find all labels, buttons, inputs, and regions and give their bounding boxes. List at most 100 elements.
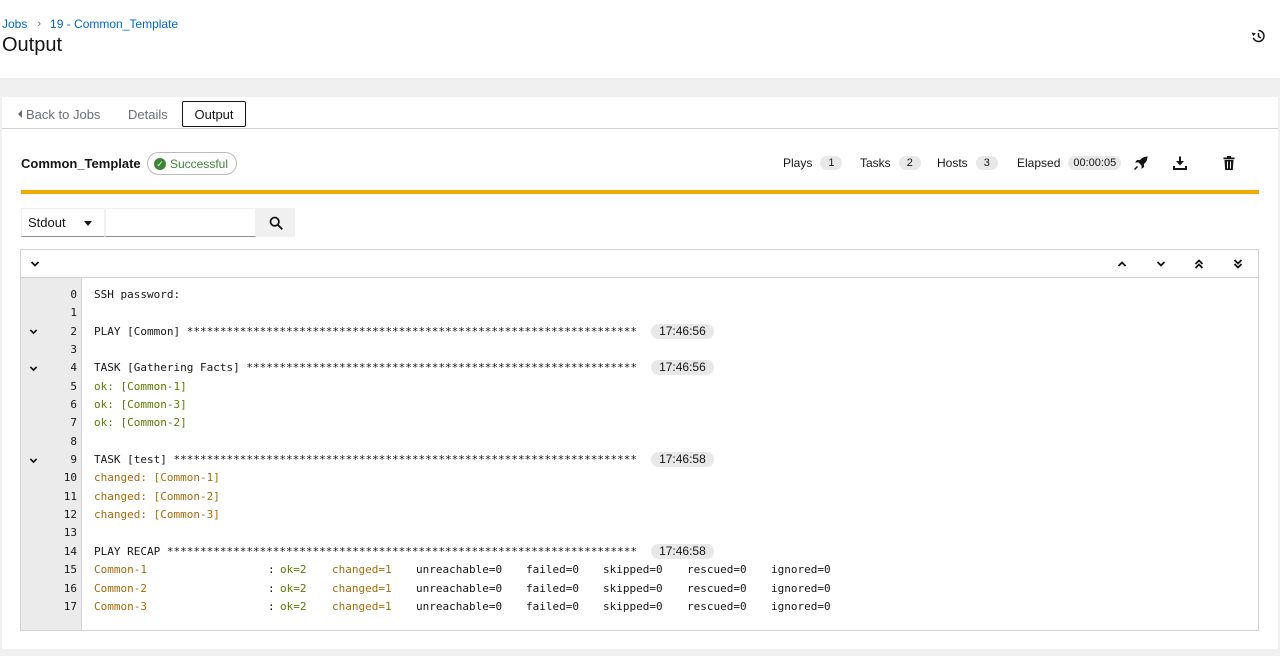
line-text: PLAY [Common] **************************… (94, 323, 714, 341)
recap-skipped: skipped=0 (603, 581, 663, 595)
stdout-filter-select[interactable]: Stdout (21, 208, 105, 237)
line-number: 5 (70, 379, 77, 393)
check-circle-icon: ✓ (154, 157, 166, 170)
line-content: changed: [Common-2] (94, 489, 220, 503)
recap-rescued: rescued=0 (687, 563, 747, 577)
tab-details[interactable]: Details (128, 101, 168, 127)
recap-skipped: skipped=0 (603, 563, 663, 577)
tab-output[interactable]: Output (182, 101, 246, 127)
scroll-last-icon[interactable] (1231, 257, 1245, 271)
search-icon (269, 216, 283, 230)
rocket-icon[interactable] (1133, 155, 1149, 171)
recap-unreachable: unreachable=0 (416, 563, 503, 577)
stat-elapsed-value: 00:00:05 (1068, 156, 1122, 170)
chevron-down-icon[interactable] (28, 323, 40, 341)
output-line: 12 changed: [Common-3] (21, 506, 1258, 524)
recap-failed: failed=0 (526, 599, 579, 613)
recap-host: Common-3 (94, 599, 147, 613)
recap-changed: changed=1 (332, 599, 392, 613)
output-line: 4 TASK [Gathering Facts] ****************… (21, 359, 1258, 377)
stat-tasks-count: 2 (898, 156, 921, 170)
line-number: 1 (70, 306, 77, 320)
history-icon[interactable] (1250, 28, 1266, 44)
recap-rescued: rescued=0 (687, 581, 747, 595)
line-timestamp: 17:46:56 (651, 323, 714, 339)
line-text: ok: [Common-2] (94, 414, 187, 432)
scroll-next-icon[interactable] (1154, 257, 1168, 271)
line-text: changed: [Common-3] (94, 506, 220, 524)
breadcrumb-jobs-link[interactable]: Jobs (2, 17, 27, 31)
stat-hosts-label: Hosts (937, 156, 968, 170)
line-text: TASK [Gathering Facts] *****************… (94, 359, 714, 377)
recap-unreachable: unreachable=0 (416, 581, 503, 595)
recap-ignored: ignored=0 (771, 581, 831, 595)
page-title: Output (2, 34, 63, 56)
line-text: ok: [Common-1] (94, 378, 187, 396)
line-number: 4 (70, 361, 77, 375)
recap-skipped: skipped=0 (603, 599, 663, 613)
job-progress-bar (21, 190, 1259, 194)
line-text: changed: [Common-2] (94, 488, 220, 506)
line-content: ok: [Common-3] (94, 398, 187, 412)
recap-unreachable: unreachable=0 (416, 599, 503, 613)
status-badge: ✓ Successful (147, 152, 238, 175)
status-label: Successful (170, 156, 229, 171)
stat-elapsed-label: Elapsed (1017, 156, 1061, 170)
stat-tasks-label: Tasks (860, 156, 891, 170)
trash-icon[interactable] (1221, 155, 1237, 171)
line-text: TASK [test] ****************************… (94, 451, 714, 469)
chevron-down-icon[interactable] (28, 451, 40, 469)
recap-ok: ok=2 (280, 599, 307, 613)
output-line: 2 PLAY [Common] *************************… (21, 323, 1258, 341)
download-icon[interactable] (1172, 155, 1188, 171)
line-content: PLAY [Common] **************************… (94, 324, 638, 338)
line-timestamp: 17:46:58 (651, 543, 714, 559)
recap-rescued: rescued=0 (687, 599, 747, 613)
line-content: TASK [test] ****************************… (94, 453, 638, 467)
recap-line: 16 Common-2: ok=2 changed=1 unreachable=0 fai… (21, 580, 1258, 598)
line-text: SSH password: (94, 286, 180, 304)
stdout-filter-value: Stdout (28, 215, 66, 230)
line-text: changed: [Common-1] (94, 469, 220, 487)
line-number: 14 (63, 544, 77, 558)
scroll-previous-icon[interactable] (1115, 257, 1129, 271)
stat-plays-count: 1 (820, 156, 843, 170)
tab-back-to-jobs-label: Back to Jobs (26, 106, 101, 122)
line-number: 11 (63, 489, 77, 503)
breadcrumb: Jobs › 19 - Common_Template (2, 17, 178, 31)
stat-tasks: Tasks 2 (860, 155, 921, 171)
stat-plays: Plays 1 (783, 155, 843, 171)
recap-line: 15 Common-1: ok=2 changed=1 unreachable=0 fai… (21, 561, 1258, 579)
output-line: 5 ok: [Common-1] (21, 378, 1258, 396)
search-input[interactable] (105, 208, 256, 237)
output-toolbar (21, 250, 1258, 278)
chevron-down-icon[interactable] (28, 359, 40, 377)
line-content: TASK [Gathering Facts] *****************… (94, 361, 638, 375)
stat-hosts: Hosts 3 (937, 155, 998, 171)
page-header: Jobs › 19 - Common_Template Output (0, 0, 1280, 78)
line-number: 3 (70, 343, 77, 357)
output-line: 7 ok: [Common-2] (21, 414, 1258, 432)
job-output-card: Back to Jobs Details Output Common_Templ… (2, 97, 1278, 649)
breadcrumb-current-job-link[interactable]: 19 - Common_Template (50, 17, 178, 31)
stat-elapsed: Elapsed 00:00:05 (1017, 155, 1122, 171)
recap-line: 17 Common-3: ok=2 changed=1 unreachable=0 fai… (21, 598, 1258, 616)
search-button[interactable] (256, 208, 295, 237)
job-name: Common_Template (21, 156, 141, 171)
output-line: 11 changed: [Common-2] (21, 488, 1258, 506)
output-line: 1 (21, 304, 1258, 322)
breadcrumb-separator-icon: › (37, 18, 42, 30)
output-line: 3 (21, 341, 1258, 359)
line-number: 12 (63, 508, 77, 522)
recap-colon: : (268, 581, 275, 595)
scroll-first-icon[interactable] (1192, 257, 1206, 271)
line-number: 10 (63, 471, 77, 485)
stat-hosts-count: 3 (975, 156, 998, 170)
collapse-all-icon[interactable] (28, 257, 42, 271)
recap-colon: : (268, 563, 275, 577)
output-line: 0 SSH password: (21, 286, 1258, 304)
line-content: PLAY RECAP *****************************… (94, 544, 638, 558)
search-row: Stdout (21, 208, 295, 237)
line-number: 7 (70, 416, 77, 430)
tab-back-to-jobs[interactable]: Back to Jobs (18, 101, 100, 127)
